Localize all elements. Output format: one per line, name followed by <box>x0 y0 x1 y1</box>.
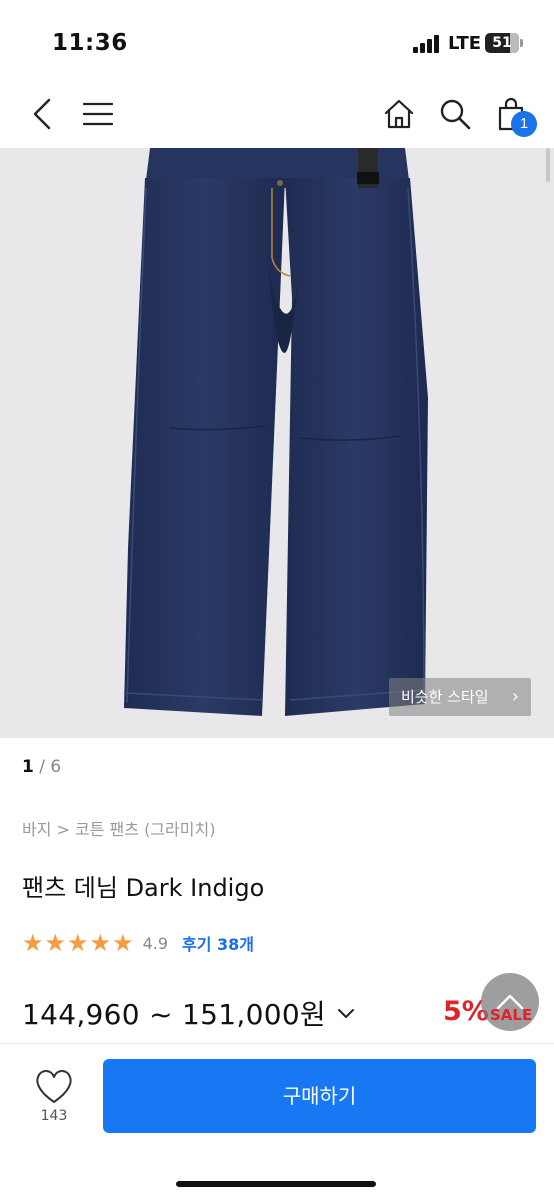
network-label: LTE <box>448 33 482 54</box>
heart-icon <box>36 1070 72 1103</box>
search-button[interactable] <box>433 92 477 136</box>
nav-bar <box>0 80 554 148</box>
buy-button[interactable]: 구매하기 <box>103 1059 536 1133</box>
product-title: 팬츠 데님 Dark Indigo <box>22 874 265 902</box>
chevron-right-icon: › <box>511 686 519 707</box>
similar-style-button[interactable]: 비슷한 스타일 › <box>389 678 531 716</box>
rating-row: ★ ★ ★ ★ ★ 4.9 후기 38개 <box>22 929 254 957</box>
similar-style-label: 비슷한 스타일 <box>401 688 489 706</box>
scroll-indicator <box>546 148 550 182</box>
rating-stars: ★ ★ ★ ★ ★ <box>22 931 135 955</box>
back-icon <box>33 98 51 130</box>
bottom-bar-divider <box>0 1043 554 1044</box>
battery-cap <box>520 39 523 47</box>
battery-icon: 51 <box>485 33 519 53</box>
image-current-index: 1 <box>22 757 34 777</box>
product-image[interactable] <box>0 148 554 738</box>
search-icon <box>440 99 471 130</box>
image-counter-separator: / <box>33 757 51 777</box>
battery-level: 51 <box>492 35 512 51</box>
home-icon <box>384 99 414 129</box>
signal-icon <box>413 35 443 53</box>
menu-button[interactable] <box>76 92 120 136</box>
price-range: 144,960 ~ 151,000원 <box>22 998 326 1031</box>
chevron-down-icon[interactable] <box>336 1003 356 1023</box>
star-icon: ★ <box>67 929 89 957</box>
price-row[interactable]: 144,960 ~ 151,000원 <box>22 993 356 1033</box>
star-icon: ★ <box>89 929 112 957</box>
home-button[interactable] <box>377 92 421 136</box>
star-icon: ★ <box>22 929 44 957</box>
status-time: 11:36 <box>52 30 128 56</box>
denim-pants-image <box>123 148 428 716</box>
image-total: 6 <box>50 757 62 777</box>
back-button[interactable] <box>20 92 64 136</box>
cart-count-badge: 1 <box>511 111 537 137</box>
review-link[interactable]: 후기 38개 <box>182 931 254 955</box>
home-indicator <box>176 1181 376 1187</box>
menu-icon <box>83 102 113 126</box>
star-icon: ★ <box>112 929 134 957</box>
star-icon: ★ <box>44 929 67 957</box>
breadcrumb[interactable]: 바지 > 코튼 팬츠 (그라미치) <box>22 816 215 840</box>
image-counter: 1 / 6 <box>22 757 61 777</box>
like-count: 143 <box>40 1108 68 1124</box>
rating-value: 4.9 <box>142 933 169 953</box>
like-button[interactable]: 143 <box>24 1066 84 1130</box>
status-bar: 11:36 LTE 51 <box>0 0 554 80</box>
sale-label: SALE <box>490 1006 533 1024</box>
